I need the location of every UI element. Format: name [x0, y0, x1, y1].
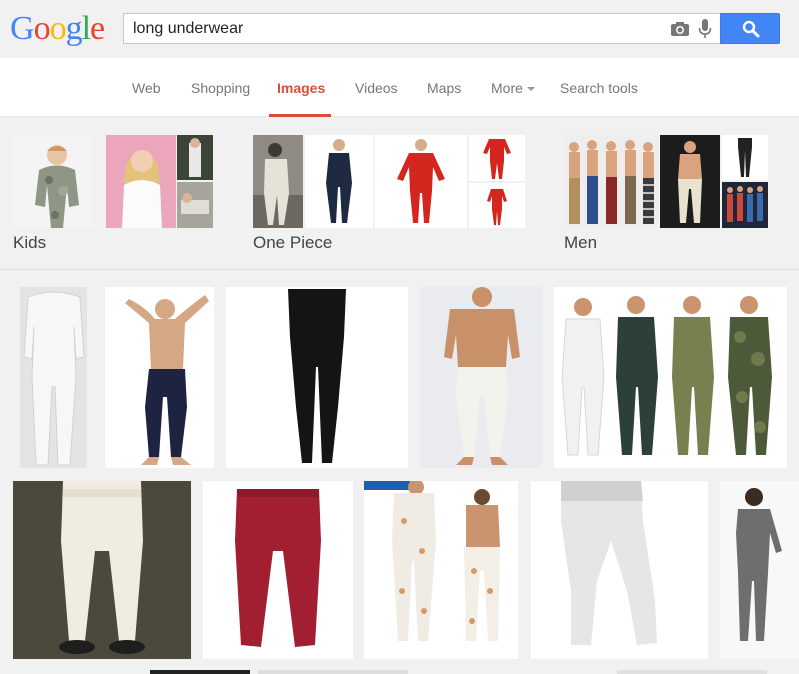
category-thumbnail [13, 135, 93, 228]
image-result[interactable] [150, 670, 250, 674]
category-thumbnail [177, 182, 213, 228]
image-result[interactable] [554, 287, 787, 468]
logo-letter: o [33, 10, 51, 47]
category-thumbnail [722, 182, 768, 228]
tab-search-tools[interactable]: Search tools [560, 80, 638, 96]
category-men[interactable]: Men [564, 135, 768, 265]
category-label: Kids [13, 233, 47, 252]
category-label: Men [564, 233, 598, 252]
camera-icon[interactable] [670, 21, 690, 37]
logo-letter: l [81, 10, 92, 47]
category-thumbnail [106, 135, 176, 228]
tab-more[interactable]: More [491, 80, 535, 96]
logo-letter: G [10, 10, 35, 47]
image-result[interactable] [226, 287, 408, 468]
logo-letter: e [90, 10, 105, 47]
tab-web[interactable]: Web [132, 80, 161, 96]
tab-maps[interactable]: Maps [427, 80, 461, 96]
category-label: One Piece [253, 233, 333, 252]
tab-videos[interactable]: Videos [355, 80, 398, 96]
image-result[interactable] [258, 670, 408, 674]
search-box [123, 13, 721, 44]
related-categories: Kids One Piece Men [0, 117, 799, 270]
chevron-down-icon [526, 87, 535, 92]
category-thumbnail [722, 135, 768, 180]
category-thumbnail [305, 135, 373, 228]
image-result[interactable] [203, 481, 353, 659]
image-result[interactable] [720, 481, 799, 659]
category-thumbnail [177, 135, 213, 180]
image-result[interactable] [364, 481, 518, 659]
category-one-piece[interactable]: One Piece [253, 135, 525, 265]
microphone-icon[interactable] [698, 19, 712, 39]
tab-images[interactable]: Images [277, 80, 325, 96]
tab-more-label: More [491, 80, 523, 96]
image-result[interactable] [420, 287, 542, 468]
image-result[interactable] [531, 481, 708, 659]
category-kids[interactable]: Kids [13, 135, 213, 265]
category-thumbnail [469, 135, 525, 181]
category-thumbnail [375, 135, 467, 228]
tab-shopping[interactable]: Shopping [191, 80, 250, 96]
logo-letter: g [65, 10, 83, 47]
google-logo[interactable]: Google [10, 10, 105, 48]
search-input[interactable] [133, 19, 653, 39]
category-thumbnail [253, 135, 303, 228]
image-result[interactable] [105, 287, 214, 468]
logo-letter: o [49, 10, 67, 47]
category-thumbnail [564, 135, 658, 228]
image-result[interactable] [13, 481, 191, 659]
image-result[interactable] [20, 287, 87, 468]
search-button[interactable] [720, 13, 780, 44]
search-tabs: Web Shopping Images Videos Maps More Sea… [0, 58, 799, 117]
search-icon [742, 20, 760, 38]
category-thumbnail [469, 183, 525, 228]
category-thumbnail [660, 135, 720, 228]
image-result[interactable] [617, 670, 767, 674]
header: Google [0, 0, 799, 58]
